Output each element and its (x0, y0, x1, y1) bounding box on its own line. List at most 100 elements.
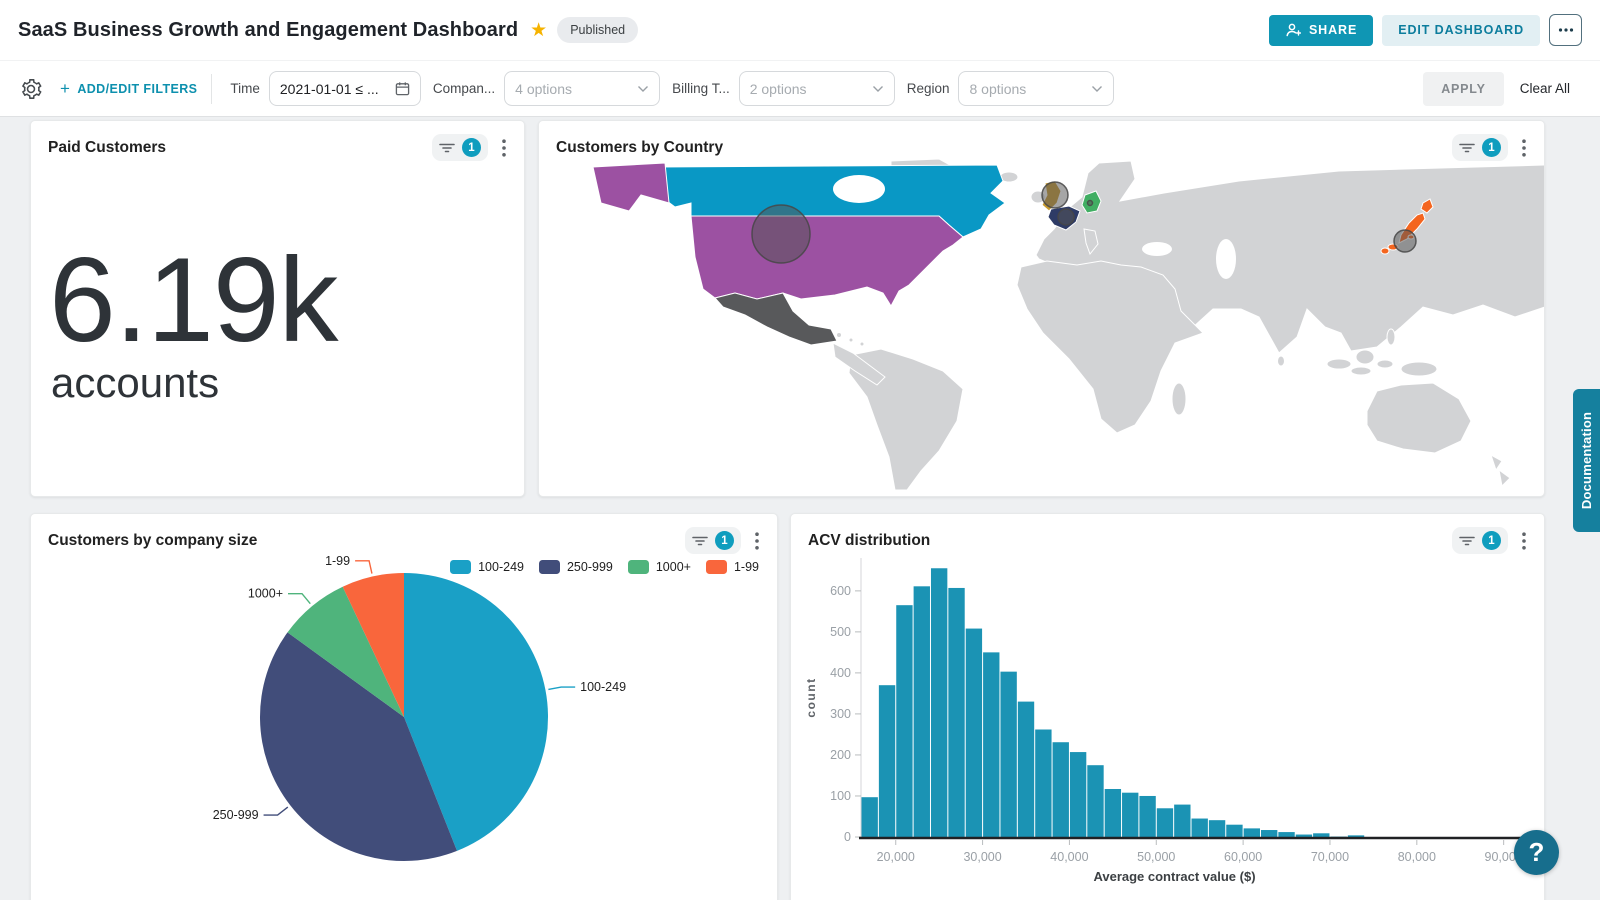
share-button[interactable]: SHARE (1269, 15, 1373, 46)
legend-swatch (450, 560, 471, 574)
legend-swatch (539, 560, 560, 574)
company-filter-select[interactable]: 4 options (504, 71, 660, 106)
pie-label-1-99: 1-99 (325, 554, 350, 568)
axis-tick-label: 0 (844, 830, 851, 844)
tile-filter-chip[interactable]: 1 (432, 134, 488, 161)
axis-tick-label: 60,000 (1224, 850, 1262, 864)
filter-bar: + ADD/EDIT FILTERS Time 2021-01-01 ≤ ...… (0, 61, 1600, 117)
world-map-chart[interactable] (539, 159, 1545, 491)
hist-bar (1000, 672, 1016, 837)
legend-label: 1-99 (734, 560, 759, 574)
axis-tick-label: 80,000 (1398, 850, 1436, 864)
status-badge: Published (557, 17, 638, 43)
axis-tick-label: 500 (830, 625, 851, 639)
acv-histogram-chart[interactable]: 010020030040050060020,00030,00040,00050,… (799, 544, 1535, 889)
time-filter-input[interactable]: 2021-01-01 ≤ ... (269, 71, 421, 106)
legend-item-1-99[interactable]: 1-99 (706, 560, 759, 574)
tile-title: Customers by Country (556, 139, 1452, 157)
axis-tick-label: 200 (830, 748, 851, 762)
tile-customers-by-company-size: Customers by company size 1 100-249250-9… (30, 513, 778, 900)
chevron-down-icon (1091, 85, 1103, 93)
ellipsis-icon (1558, 28, 1574, 32)
hist-bar (1035, 730, 1051, 837)
hudson-bay (833, 175, 885, 203)
region-filter-select[interactable]: 8 options (958, 71, 1114, 106)
axis-tick-label: 20,000 (877, 850, 915, 864)
tile-filter-chip[interactable]: 1 (1452, 134, 1508, 161)
billing-filter-label: Billing T... (672, 81, 730, 96)
hist-bar (1105, 789, 1121, 837)
more-menu-button[interactable] (1549, 14, 1582, 46)
hist-bar (862, 797, 878, 837)
pie-label-1000+: 1000+ (248, 587, 283, 601)
divider (211, 74, 212, 104)
hist-bar (1018, 702, 1034, 837)
hist-bar (966, 629, 982, 837)
hist-bar (1261, 830, 1277, 837)
map-marker-united-kingdom (1042, 182, 1068, 208)
dashboard-canvas: Paid Customers 1 6.19k accounts Customer… (0, 117, 1600, 900)
legend-item-1000+[interactable]: 1000+ (628, 560, 691, 574)
map-marker-united-states (752, 205, 810, 263)
hist-bar (948, 588, 964, 837)
country-mexico[interactable] (715, 293, 837, 345)
legend-item-250-999[interactable]: 250-999 (539, 560, 613, 574)
time-filter-label: Time (230, 81, 260, 96)
filter-settings-button[interactable] (20, 78, 42, 100)
hist-bar (983, 652, 999, 837)
favorite-star-icon[interactable]: ★ (530, 19, 547, 42)
single-value: 6.19k (49, 231, 338, 369)
axis-tick-label: 300 (830, 707, 851, 721)
x-axis-title: Average contract value ($) (1093, 869, 1255, 884)
tile-menu-button[interactable] (1516, 135, 1532, 161)
axis-tick-label: 100 (830, 789, 851, 803)
axis-tick-label: 600 (830, 584, 851, 598)
documentation-tab[interactable]: Documentation (1573, 389, 1600, 532)
country-united-states[interactable] (691, 216, 963, 306)
map-marker-france (1058, 209, 1074, 225)
hist-bar (1278, 832, 1294, 837)
pie-label-250-999: 250-999 (213, 808, 259, 822)
y-axis-title: count (804, 677, 818, 717)
hist-bar (1192, 819, 1208, 837)
map-marker-germany (1088, 201, 1093, 206)
legend-swatch (628, 560, 649, 574)
page-title: SaaS Business Growth and Engagement Dash… (18, 19, 518, 42)
map-marker-japan (1394, 230, 1416, 252)
add-edit-filters-button[interactable]: + ADD/EDIT FILTERS (60, 79, 197, 99)
chevron-down-icon (872, 85, 884, 93)
hist-bar (879, 685, 895, 837)
calendar-icon (395, 81, 410, 96)
region-filter-label: Region (907, 81, 950, 96)
pie-legend: 100-249 250-999 1000+ 1-99 (450, 560, 759, 574)
billing-filter-select[interactable]: 2 options (739, 71, 895, 106)
company-filter-label: Compan... (433, 81, 495, 96)
filter-funnel-icon (439, 141, 455, 155)
axis-tick-label: 40,000 (1050, 850, 1088, 864)
hist-bar (931, 568, 947, 837)
tile-menu-button[interactable] (496, 135, 512, 161)
legend-label: 100-249 (478, 560, 524, 574)
gear-icon (20, 78, 42, 100)
country-us-alaska[interactable] (593, 163, 669, 211)
filter-funnel-icon (1459, 141, 1475, 155)
clear-all-button[interactable]: Clear All (1520, 81, 1570, 96)
pie-label-100-249: 100-249 (580, 680, 626, 694)
hist-bar (896, 605, 912, 837)
apply-button[interactable]: APPLY (1423, 72, 1504, 106)
legend-item-100-249[interactable]: 100-249 (450, 560, 524, 574)
axis-tick-label: 30,000 (963, 850, 1001, 864)
tile-customers-by-country: Customers by Country 1 (538, 120, 1545, 497)
app-header: SaaS Business Growth and Engagement Dash… (0, 0, 1600, 61)
help-button[interactable]: ? (1514, 830, 1559, 875)
hist-bar (1070, 752, 1086, 837)
legend-label: 1000+ (656, 560, 691, 574)
hist-bar (1174, 805, 1190, 837)
tile-paid-customers: Paid Customers 1 6.19k accounts (30, 120, 525, 497)
axis-tick-label: 70,000 (1311, 850, 1349, 864)
single-value-unit: accounts (51, 359, 219, 407)
edit-dashboard-button[interactable]: EDIT DASHBOARD (1382, 15, 1540, 46)
tile-acv-distribution: ACV distribution 1 010020030040050060020… (790, 513, 1545, 900)
chevron-down-icon (637, 85, 649, 93)
hist-bar (1313, 833, 1329, 837)
